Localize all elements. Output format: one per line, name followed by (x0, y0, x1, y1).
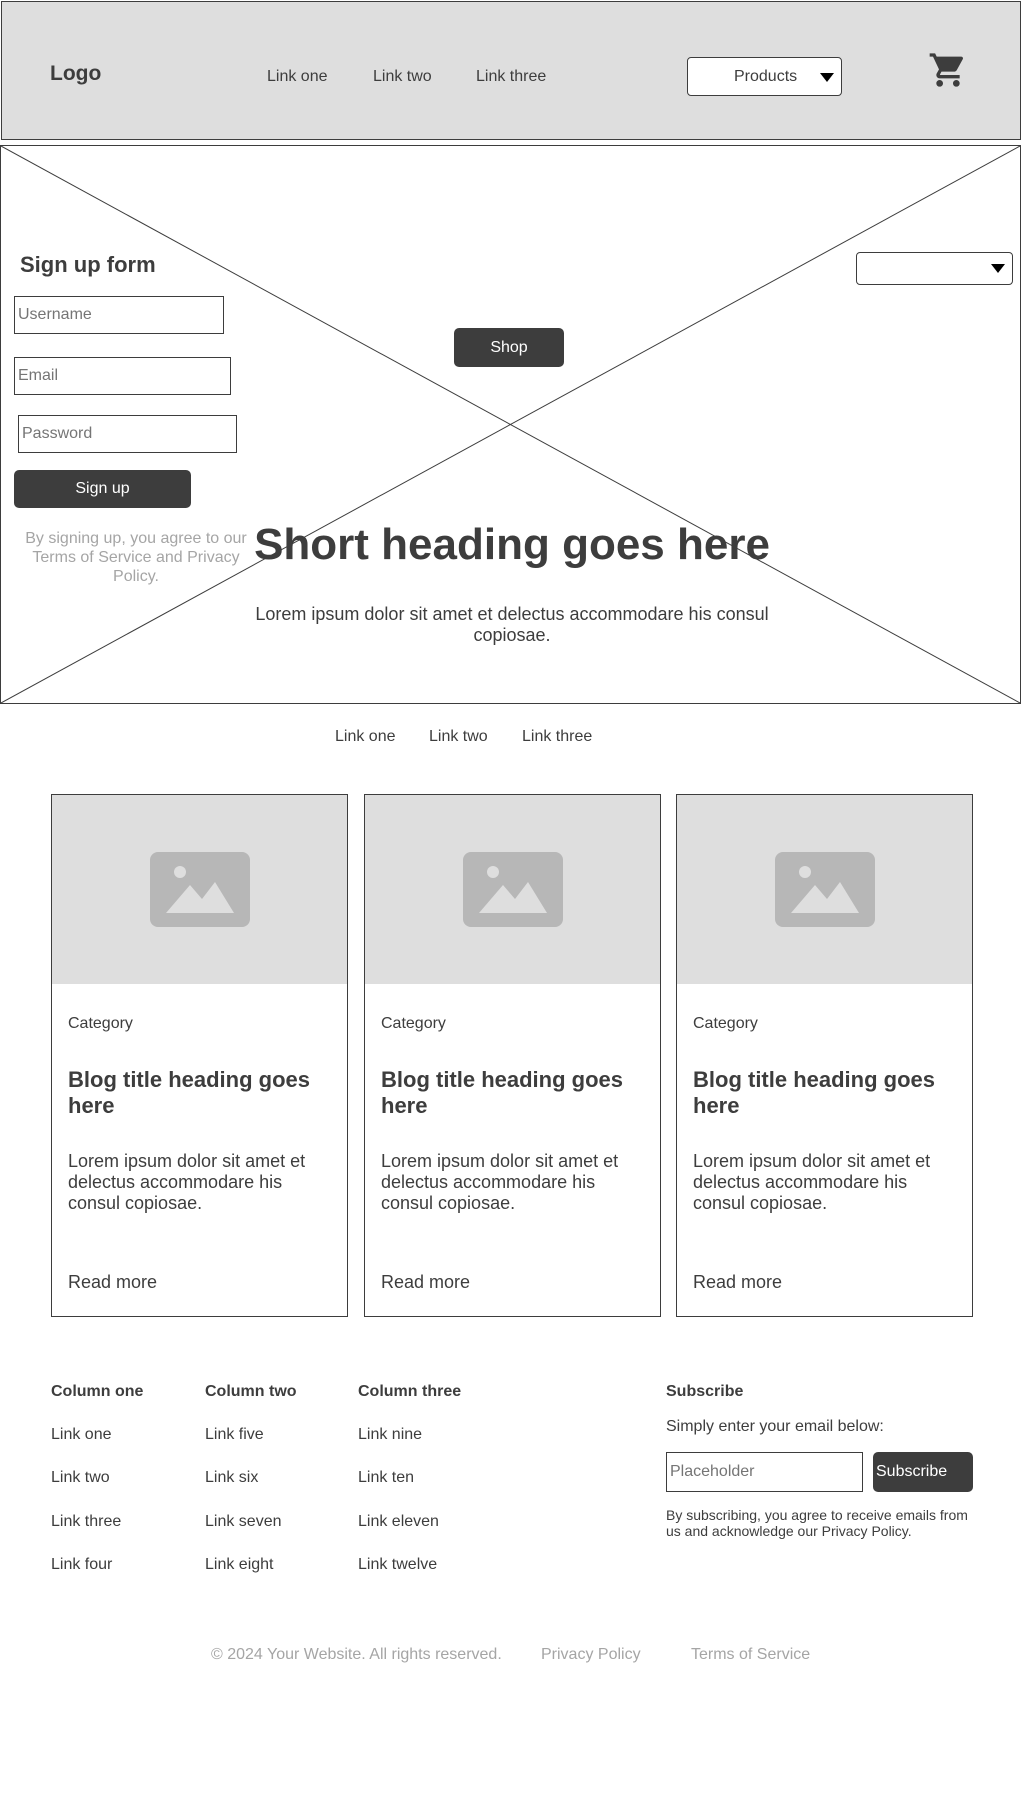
chevron-down-icon (820, 73, 834, 82)
subnav-link-one[interactable]: Link one (335, 728, 396, 746)
subscribe-heading: Subscribe (666, 1383, 744, 1400)
signup-form-title: Sign up form (20, 252, 156, 277)
products-dropdown[interactable]: Products (687, 57, 842, 96)
read-more-link[interactable]: Read more (381, 1272, 470, 1293)
blog-card[interactable]: Category Blog title heading goes here Lo… (676, 794, 973, 1317)
image-icon (463, 852, 563, 927)
subscribe-email-field[interactable] (666, 1452, 863, 1492)
username-field[interactable] (14, 296, 224, 334)
footer-link[interactable]: Link eleven (358, 1513, 439, 1531)
footer-column-two-heading: Column two (205, 1383, 297, 1400)
footer-link[interactable]: Link eight (205, 1556, 274, 1574)
copyright-text: © 2024 Your Website. All rights reserved… (211, 1646, 502, 1663)
nav-link-two[interactable]: Link two (373, 68, 432, 86)
footer-link[interactable]: Link two (51, 1469, 110, 1487)
footer-link[interactable]: Link twelve (358, 1556, 437, 1574)
card-image-placeholder (52, 795, 347, 984)
hero-heading: Short heading goes here (254, 520, 770, 569)
signup-button[interactable]: Sign up (14, 470, 191, 508)
footer-link[interactable]: Link six (205, 1469, 258, 1487)
hero-text: Lorem ipsum dolor sit amet et delectus a… (255, 604, 769, 645)
logo[interactable]: Logo (50, 62, 101, 86)
subscribe-text: Simply enter your email below: (666, 1418, 884, 1435)
subnav-link-two[interactable]: Link two (429, 728, 488, 746)
subscribe-note: By subscribing, you agree to receive ema… (666, 1507, 968, 1539)
footer-link[interactable]: Link nine (358, 1426, 422, 1444)
email-field[interactable] (14, 357, 231, 395)
card-category: Category (693, 1015, 758, 1032)
footer-link[interactable]: Link three (51, 1513, 121, 1531)
card-title[interactable]: Blog title heading goes here (381, 1067, 643, 1119)
products-dropdown-label: Products (734, 68, 798, 85)
subscribe-button[interactable]: Subscribe (873, 1452, 973, 1492)
footer-link[interactable]: Link seven (205, 1513, 282, 1531)
image-icon (150, 852, 250, 927)
password-field[interactable] (18, 415, 237, 453)
card-body: Lorem ipsum dolor sit amet et delectus a… (68, 1151, 306, 1213)
footer-column-three-heading: Column three (358, 1383, 462, 1400)
card-body: Lorem ipsum dolor sit amet et delectus a… (693, 1151, 931, 1213)
hero-dropdown[interactable] (856, 252, 1013, 285)
footer-link[interactable]: Link one (51, 1426, 112, 1444)
shopping-cart-icon[interactable] (928, 50, 968, 90)
card-image-placeholder (677, 795, 972, 984)
nav-link-three[interactable]: Link three (476, 68, 546, 86)
card-category: Category (68, 1015, 133, 1032)
card-body: Lorem ipsum dolor sit amet et delectus a… (381, 1151, 619, 1213)
shop-button[interactable]: Shop (454, 328, 564, 367)
footer-column-one-heading: Column one (51, 1383, 144, 1400)
read-more-link[interactable]: Read more (693, 1272, 782, 1293)
privacy-policy-link[interactable]: Privacy Policy (541, 1646, 641, 1664)
subnav-link-three[interactable]: Link three (522, 728, 592, 746)
card-image-placeholder (365, 795, 660, 984)
footer-link[interactable]: Link five (205, 1426, 264, 1444)
card-category: Category (381, 1015, 446, 1032)
footer-link[interactable]: Link ten (358, 1469, 414, 1487)
card-title[interactable]: Blog title heading goes here (693, 1067, 955, 1119)
card-title[interactable]: Blog title heading goes here (68, 1067, 330, 1119)
read-more-link[interactable]: Read more (68, 1272, 157, 1293)
footer-link[interactable]: Link four (51, 1556, 112, 1574)
nav-link-one[interactable]: Link one (267, 68, 328, 86)
image-icon (775, 852, 875, 927)
blog-card[interactable]: Category Blog title heading goes here Lo… (51, 794, 348, 1317)
chevron-down-icon (991, 264, 1005, 273)
terms-of-service-link[interactable]: Terms of Service (691, 1646, 810, 1664)
blog-card[interactable]: Category Blog title heading goes here Lo… (364, 794, 661, 1317)
